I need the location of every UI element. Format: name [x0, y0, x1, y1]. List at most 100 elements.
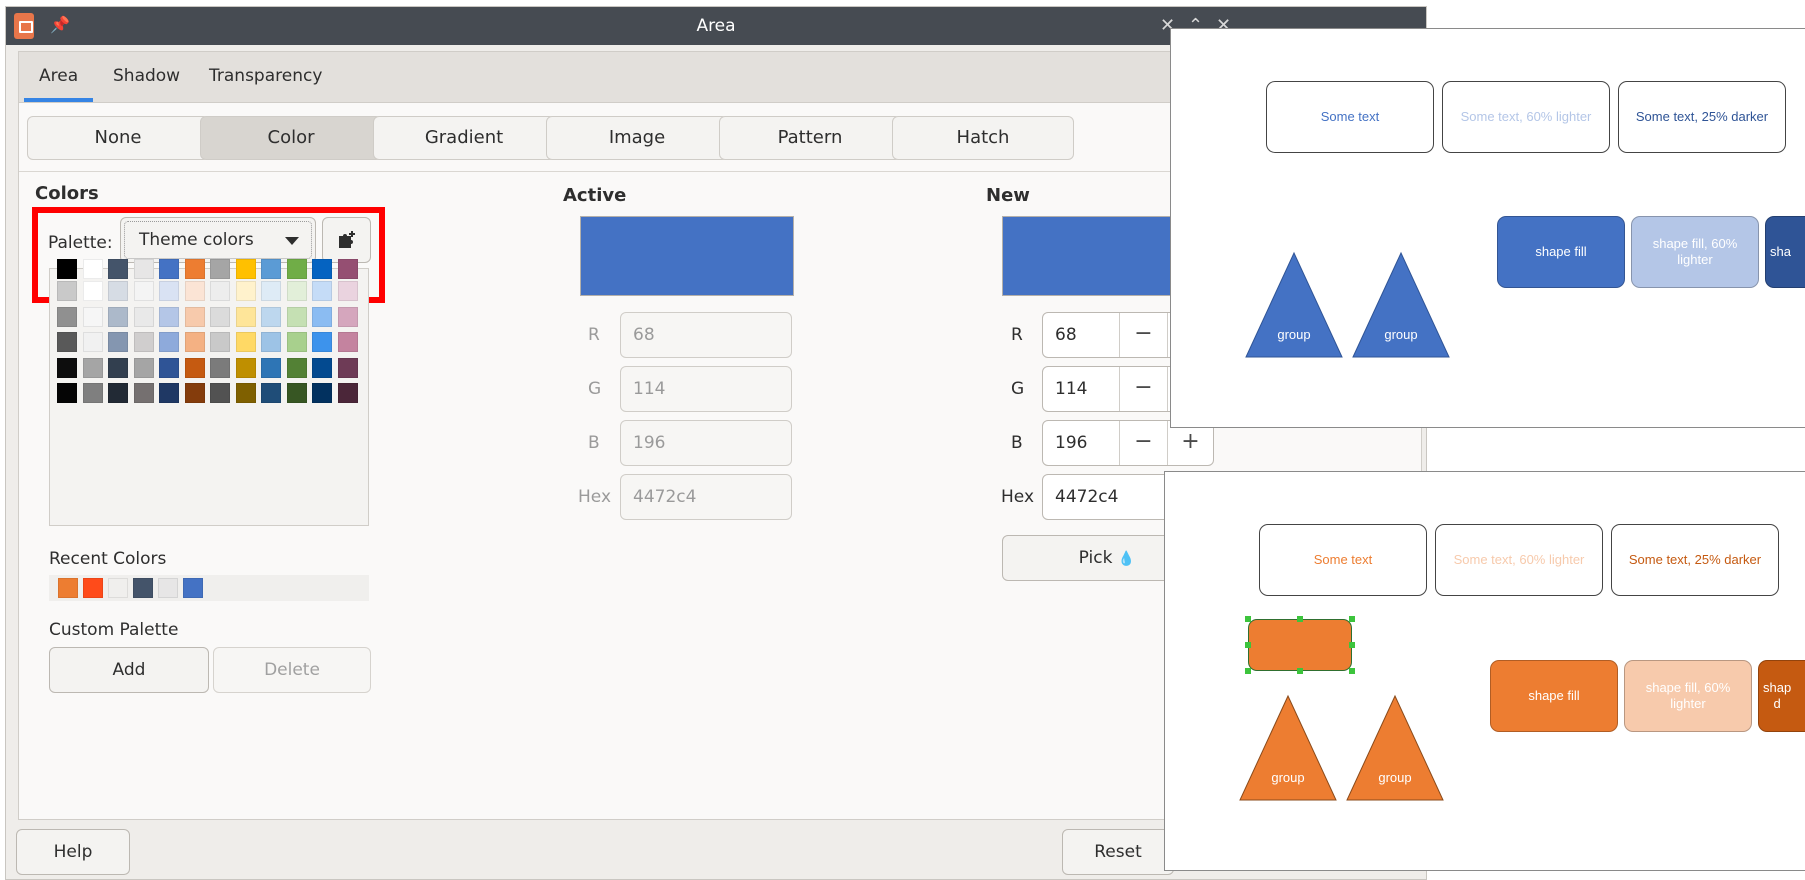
add-color-button[interactable]: Add [49, 647, 209, 693]
shape-fill[interactable]: shape fill [1490, 660, 1618, 732]
shape-fill-darker[interactable]: shap d [1758, 660, 1805, 732]
color-swatch[interactable] [184, 332, 205, 352]
color-swatch[interactable] [337, 259, 358, 279]
color-swatch[interactable] [261, 332, 281, 352]
color-swatch[interactable] [210, 357, 230, 378]
minus-icon[interactable]: − [1119, 421, 1167, 465]
color-swatch[interactable] [286, 383, 307, 403]
color-swatch[interactable] [184, 281, 205, 301]
recent-color-swatch[interactable] [58, 578, 78, 598]
tab-transparency[interactable]: Transparency [209, 66, 322, 86]
color-swatch[interactable] [57, 259, 77, 279]
slide-preview-orange[interactable]: Some text Some text, 60% lighter Some te… [1164, 471, 1805, 871]
color-swatch[interactable] [261, 281, 281, 301]
reset-button[interactable]: Reset [1062, 829, 1174, 875]
fill-color-button[interactable]: Color [200, 116, 382, 160]
fill-gradient-button[interactable]: Gradient [373, 116, 555, 160]
color-swatch[interactable] [108, 281, 128, 301]
text-box[interactable]: Some text [1266, 81, 1434, 153]
color-swatch[interactable] [312, 306, 332, 327]
color-swatch[interactable] [261, 357, 281, 378]
color-swatch[interactable] [159, 306, 179, 327]
text-box-darker[interactable]: Some text, 25% darker [1618, 81, 1786, 153]
color-swatch[interactable] [159, 259, 179, 279]
recent-color-swatch[interactable] [133, 578, 153, 598]
color-swatch[interactable] [235, 383, 256, 403]
color-swatch[interactable] [235, 259, 256, 279]
color-swatch[interactable] [286, 332, 307, 352]
selection-handle[interactable] [1297, 616, 1303, 622]
color-swatch[interactable] [82, 306, 103, 327]
color-swatch[interactable] [184, 306, 205, 327]
color-swatch[interactable] [210, 259, 230, 279]
color-swatch[interactable] [108, 383, 128, 403]
color-swatch[interactable] [312, 332, 332, 352]
tab-shadow[interactable]: Shadow [113, 66, 180, 86]
color-swatch[interactable] [261, 383, 281, 403]
color-swatch[interactable] [57, 332, 77, 352]
recent-color-swatch[interactable] [108, 578, 128, 598]
recent-color-swatch[interactable] [83, 578, 103, 598]
shape-fill[interactable]: shape fill [1497, 216, 1625, 288]
new-r-value[interactable]: 68 [1055, 325, 1077, 345]
color-swatch[interactable] [337, 306, 358, 327]
text-box-lighter[interactable]: Some text, 60% lighter [1435, 524, 1603, 596]
selected-rectangle[interactable] [1248, 619, 1352, 671]
color-swatch[interactable] [159, 332, 179, 352]
color-swatch[interactable] [286, 281, 307, 301]
color-swatch[interactable] [286, 357, 307, 378]
color-swatch[interactable] [235, 357, 256, 378]
color-swatch[interactable] [337, 357, 358, 378]
color-swatch[interactable] [133, 332, 154, 352]
text-box-lighter[interactable]: Some text, 60% lighter [1442, 81, 1610, 153]
color-swatch[interactable] [108, 306, 128, 327]
group-triangle[interactable]: group [1238, 694, 1338, 802]
color-swatch[interactable] [210, 281, 230, 301]
text-box-darker[interactable]: Some text, 25% darker [1611, 524, 1779, 596]
text-box[interactable]: Some text [1259, 524, 1427, 596]
new-g-value[interactable]: 114 [1055, 379, 1087, 399]
color-swatch[interactable] [312, 357, 332, 378]
color-swatch[interactable] [57, 383, 77, 403]
color-swatch[interactable] [82, 383, 103, 403]
color-swatch[interactable] [133, 259, 154, 279]
slide-preview-blue[interactable]: Some text Some text, 60% lighter Some te… [1170, 28, 1805, 428]
new-b-value[interactable]: 196 [1055, 433, 1087, 453]
color-swatch[interactable] [159, 281, 179, 301]
minus-icon[interactable]: − [1119, 367, 1167, 411]
delete-color-button[interactable]: Delete [213, 647, 371, 693]
shape-fill-darker[interactable]: sha [1765, 216, 1805, 288]
color-swatch[interactable] [235, 306, 256, 327]
group-triangle[interactable]: group [1244, 251, 1344, 359]
selection-handle[interactable] [1245, 668, 1251, 674]
color-swatch[interactable] [133, 383, 154, 403]
color-swatch[interactable] [235, 332, 256, 352]
color-swatch[interactable] [184, 357, 205, 378]
recent-color-swatch[interactable] [183, 578, 203, 598]
color-swatch[interactable] [108, 332, 128, 352]
color-swatch[interactable] [312, 259, 332, 279]
help-button[interactable]: Help [16, 829, 130, 875]
color-swatch[interactable] [159, 357, 179, 378]
color-swatch[interactable] [337, 383, 358, 403]
shape-fill-lighter[interactable]: shape fill, 60% lighter [1624, 660, 1752, 732]
color-swatch[interactable] [82, 357, 103, 378]
color-swatch[interactable] [210, 306, 230, 327]
selection-handle[interactable] [1297, 668, 1303, 674]
fill-pattern-button[interactable]: Pattern [719, 116, 901, 160]
selection-handle[interactable] [1349, 642, 1355, 648]
color-swatch[interactable] [108, 357, 128, 378]
recent-color-swatch[interactable] [158, 578, 178, 598]
selection-handle[interactable] [1349, 616, 1355, 622]
minus-icon[interactable]: − [1119, 313, 1167, 357]
group-triangle[interactable]: group [1351, 251, 1451, 359]
color-swatch[interactable] [286, 306, 307, 327]
tab-area[interactable]: Area [23, 66, 94, 102]
shape-fill-lighter[interactable]: shape fill, 60% lighter [1631, 216, 1759, 288]
color-swatch[interactable] [312, 383, 332, 403]
color-swatch[interactable] [133, 281, 154, 301]
color-swatch[interactable] [159, 383, 179, 403]
color-swatch[interactable] [286, 259, 307, 279]
color-swatch[interactable] [337, 332, 358, 352]
color-swatch[interactable] [235, 281, 256, 301]
